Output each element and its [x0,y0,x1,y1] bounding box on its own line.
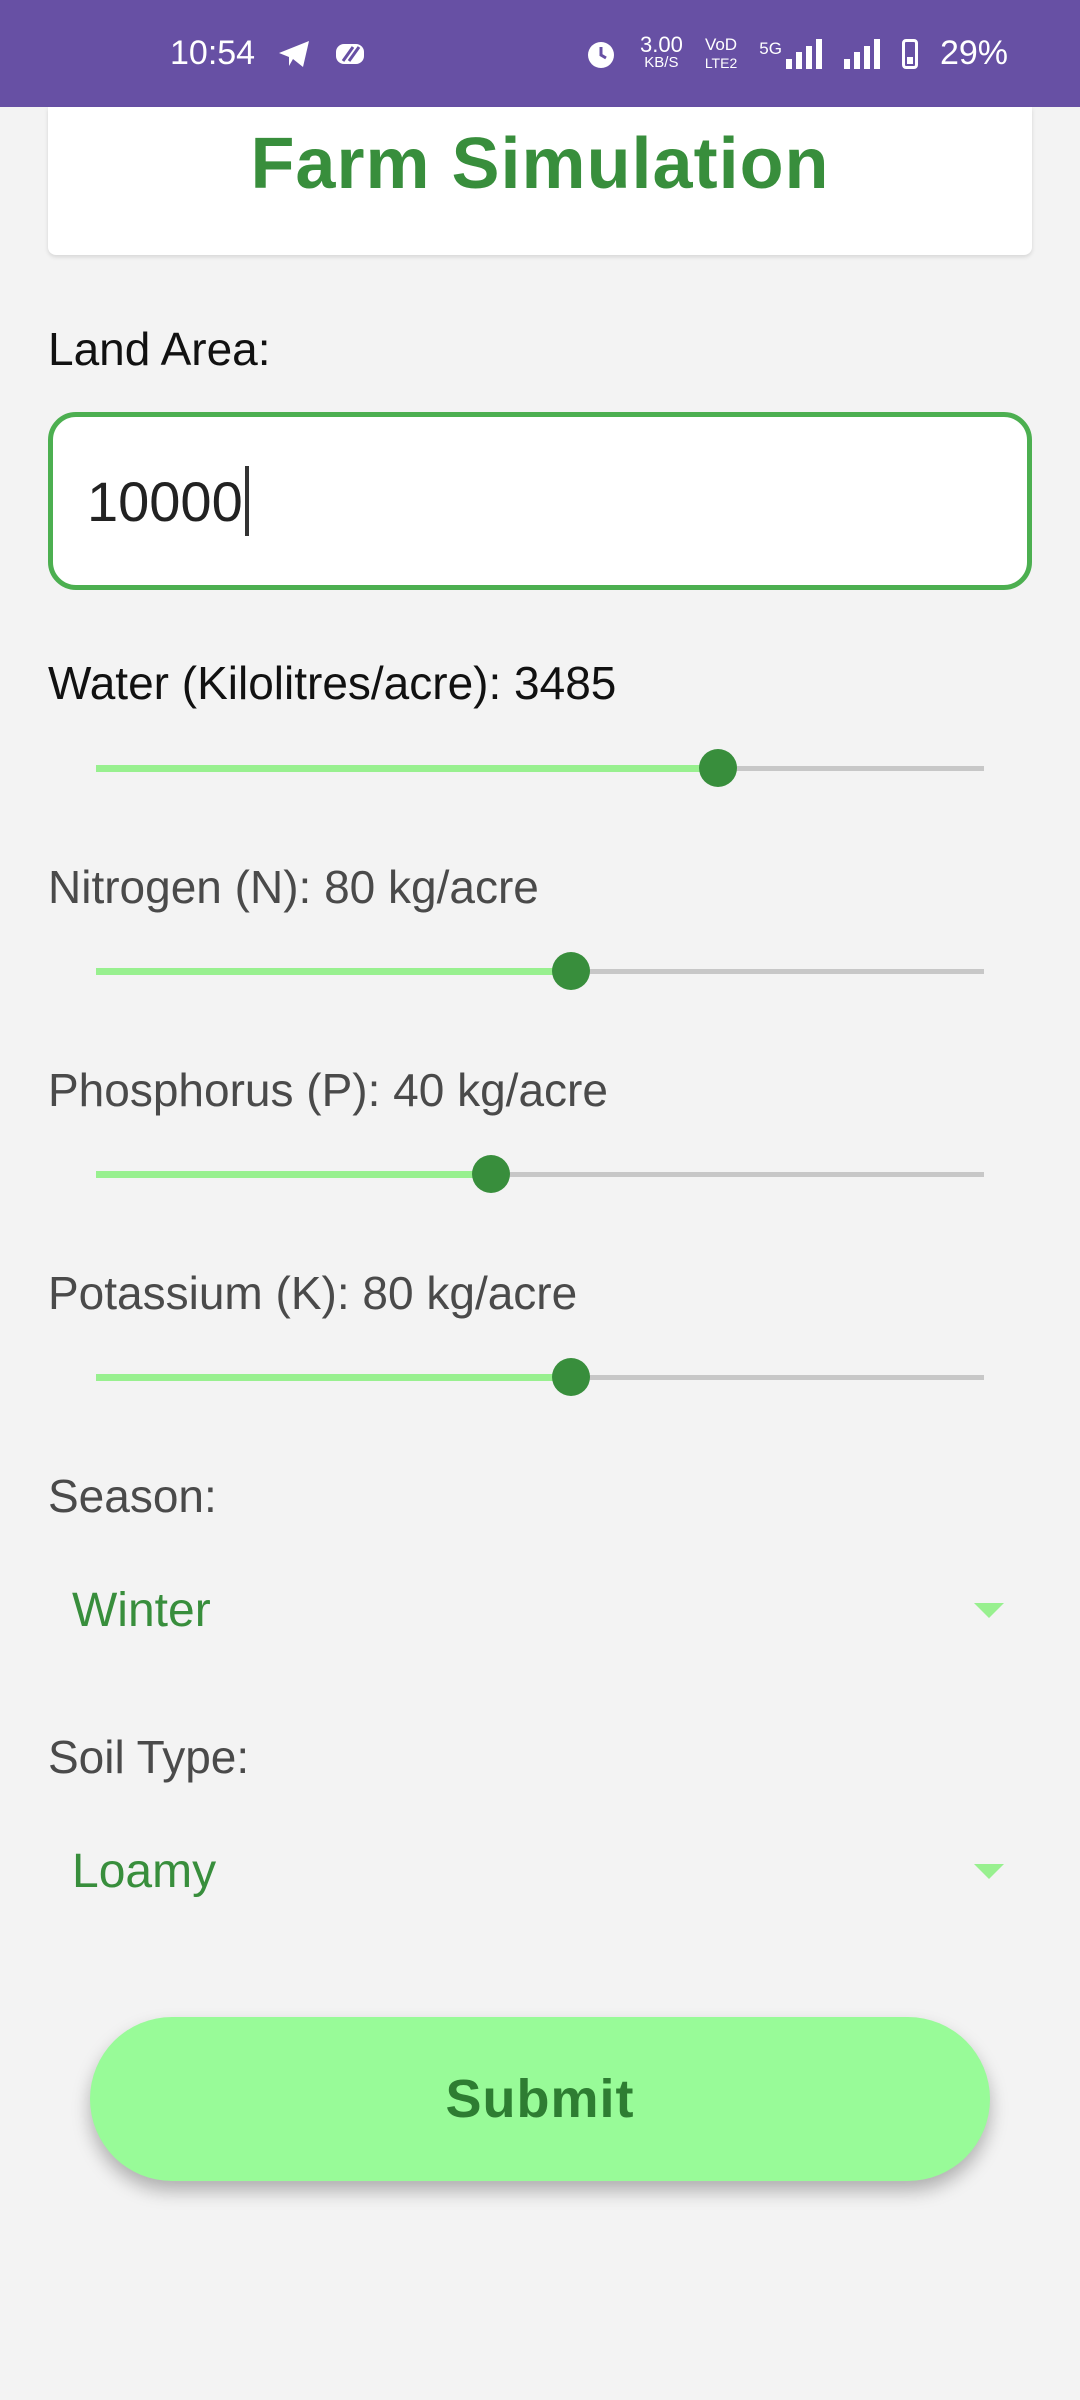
alarm-icon [584,37,618,71]
text-cursor [244,466,249,536]
speed-value: 3.00 [639,31,683,57]
season-label: Season: [48,1470,217,1522]
volte-indicator: VoD LTE2 [704,34,738,72]
network-speed: 3.00 KB/S [639,31,683,72]
battery-icon [901,38,918,69]
land-area-input[interactable]: 10000 [48,412,1032,590]
potassium-label: Potassium (K): 80 kg/acre [48,1267,578,1319]
season-value: Winter [72,1583,211,1637]
soil-type-value: Loamy [72,1844,217,1898]
submit-button[interactable]: Submit [90,2017,990,2181]
slider-thumb[interactable] [552,952,591,990]
slider-thumb[interactable] [552,1358,591,1396]
app-notification-icon [333,39,367,69]
slider-active-track [96,1374,572,1381]
chevron-down-icon [974,1602,1004,1618]
nitrogen-label: Nitrogen (N): 80 kg/acre [48,861,539,913]
water-slider[interactable] [96,748,984,788]
chevron-down-icon [974,1863,1004,1879]
signal-5g-icon: 5G [759,38,822,69]
phosphorus-slider[interactable] [96,1154,984,1194]
potassium-slider[interactable] [96,1357,984,1397]
status-left: 10:54 [170,34,367,73]
volte-bottom: LTE2 [704,54,738,71]
slider-active-track [96,765,718,772]
volte-top: VoD [704,34,738,54]
battery-percent: 29% [939,34,1008,72]
water-label: Water (Kilolitres/acre): 3485 [48,657,617,709]
slider-thumb[interactable] [698,749,737,787]
land-area-label: Land Area: [48,323,271,375]
telegram-icon [277,39,311,69]
season-dropdown[interactable]: Winter [48,1560,1032,1660]
status-bar: 10:54 3.00 KB/S VoD LTE2 5G 29% [0,0,1080,107]
slider-active-track [96,1171,492,1178]
signal-icon [843,38,880,69]
speed-unit: KB/S [644,53,679,71]
soil-type-dropdown[interactable]: Loamy [48,1821,1032,1921]
soil-type-label: Soil Type: [48,1731,250,1783]
page-title: Farm Simulation [250,124,830,204]
status-time: 10:54 [170,34,256,72]
phosphorus-label: Phosphorus (P): 40 kg/acre [48,1064,608,1116]
nitrogen-slider[interactable] [96,951,984,991]
header-card: Farm Simulation [48,107,1032,255]
slider-thumb[interactable] [472,1155,511,1193]
slider-active-track [96,968,572,975]
net-type: 5G [759,38,782,58]
status-right: 3.00 KB/S VoD LTE2 5G 29% [584,31,1008,73]
land-area-value: 10000 [87,469,243,533]
